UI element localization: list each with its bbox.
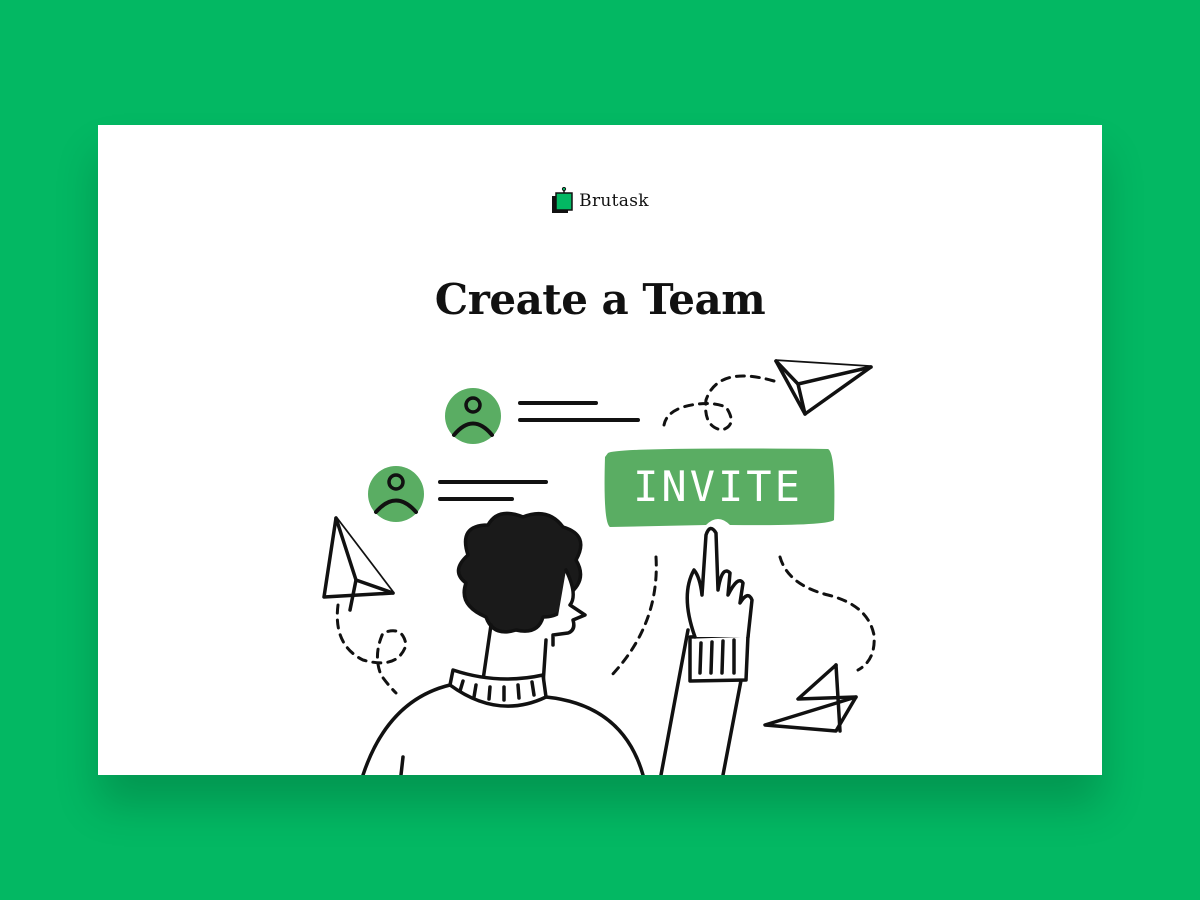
person-illustration [361, 511, 754, 775]
paper-plane-icon [322, 516, 395, 612]
invite-button-label: INVITE [633, 462, 803, 511]
invite-team-illustration: INVITE [322, 359, 876, 775]
user-avatar-icon [368, 466, 548, 522]
user-avatar-icon [445, 388, 640, 444]
paper-plane-icon [774, 359, 873, 416]
create-team-card: Brutask Create a Team INVITE [98, 125, 1102, 775]
paper-plane-icon [763, 663, 858, 733]
